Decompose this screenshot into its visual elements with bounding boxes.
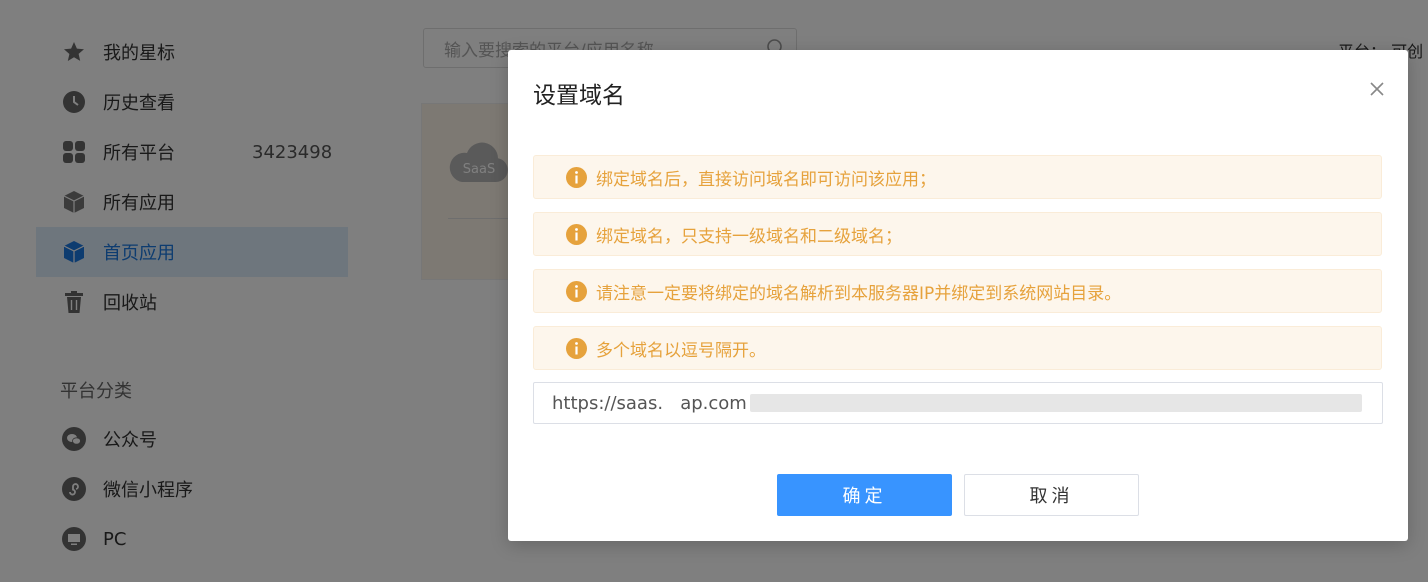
info-icon [566,167,587,188]
alert-text: 多个域名以逗号隔开。 [596,340,766,361]
info-alert: 绑定域名后，直接访问域名即可访问该应用； [533,155,1382,199]
info-alert: 请注意一定要将绑定的域名解析到本服务器IP并绑定到系统网站目录。 [533,269,1382,313]
set-domain-dialog: 设置域名 绑定域名后，直接访问域名即可访问该应用； 绑定域名，只支持一级域名和二… [508,50,1408,541]
info-icon [566,338,587,359]
alert-text: 绑定域名后，直接访问域名即可访问该应用； [596,169,936,190]
info-icon [566,281,587,302]
cancel-button[interactable]: 取消 [964,474,1139,516]
info-alert: 绑定域名，只支持一级域名和二级域名； [533,212,1382,256]
alert-text: 绑定域名，只支持一级域名和二级域名； [596,226,902,247]
info-icon [566,224,587,245]
dialog-title: 设置域名 [533,83,625,109]
close-icon[interactable] [1368,80,1386,98]
alert-text: 请注意一定要将绑定的域名解析到本服务器IP并绑定到系统网站目录。 [596,283,1122,304]
info-alert: 多个域名以逗号隔开。 [533,326,1382,370]
confirm-button[interactable]: 确定 [777,474,952,516]
redacted-blur [750,394,1362,412]
